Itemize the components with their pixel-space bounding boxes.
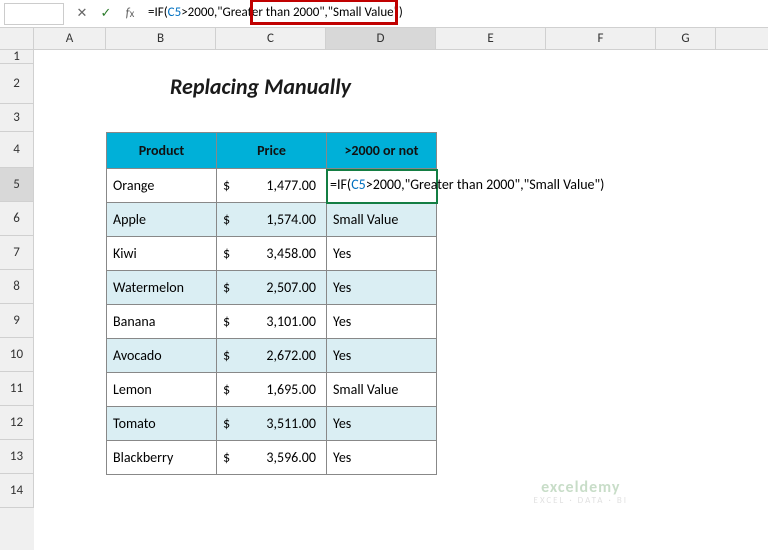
header-product[interactable]: Product [107,133,217,169]
formula-highlighted: "Greater than 2000" [217,5,324,20]
table-row[interactable]: Lemon$1,695.00Small Value [107,373,437,407]
cell-result[interactable]: Yes [327,237,437,271]
row-header-12[interactable]: 12 [0,406,34,440]
column-header-G[interactable]: G [656,28,716,49]
table-row[interactable]: Kiwi$3,458.00Yes [107,237,437,271]
cell-product[interactable]: Apple [107,203,217,237]
cell-result[interactable]: Small Value [327,373,437,407]
table-row[interactable]: Tomato$3,511.00Yes [107,407,437,441]
row-headers: 1234567891011121314 [0,50,34,550]
cell-result[interactable]: Yes [327,339,437,373]
cell-product[interactable]: Blackberry [107,441,217,475]
cell-product[interactable]: Kiwi [107,237,217,271]
cell-price[interactable]: $1,574.00 [217,203,327,237]
row-header-3[interactable]: 3 [0,104,34,132]
cell-result[interactable]: Yes [327,441,437,475]
cell-product[interactable]: Tomato [107,407,217,441]
cell-price[interactable]: $3,596.00 [217,441,327,475]
row-header-7[interactable]: 7 [0,236,34,270]
cell-price[interactable]: $3,511.00 [217,407,327,441]
formula-part: >2000, [181,5,217,20]
cell-product[interactable]: Lemon [107,373,217,407]
formula-bar: ✕ ✓ fx =IF(C5>2000,"Greater than 2000","… [0,0,768,28]
row-header-8[interactable]: 8 [0,270,34,304]
row-header-11[interactable]: 11 [0,372,34,406]
cell-product[interactable]: Banana [107,305,217,339]
row-header-5[interactable]: 5 [0,168,34,202]
column-header-F[interactable]: F [546,28,656,49]
row-header-10[interactable]: 10 [0,338,34,372]
row-header-14[interactable]: 14 [0,474,34,508]
page-title: Replacing Manually [170,73,351,100]
row-header-4[interactable]: 4 [0,132,34,168]
cell-result[interactable]: Yes [327,305,437,339]
table-row[interactable]: Avocado$2,672.00Yes [107,339,437,373]
cell-price[interactable]: $1,695.00 [217,373,327,407]
column-header-A[interactable]: A [34,28,106,49]
worksheet[interactable]: Replacing Manually Product Price >2000 o… [34,50,768,550]
select-all-corner[interactable] [0,28,34,49]
header-result[interactable]: >2000 or not [327,133,437,169]
column-header-C[interactable]: C [216,28,326,49]
row-header-13[interactable]: 13 [0,440,34,474]
cell-result[interactable]: Yes [327,407,437,441]
formula-part: =IF( [148,5,168,20]
row-header-6[interactable]: 6 [0,202,34,236]
column-headers: ABCDEFG [0,28,768,50]
table-row[interactable]: Apple$1,574.00Small Value [107,203,437,237]
confirm-icon[interactable]: ✓ [94,3,118,25]
cell-price[interactable]: $3,458.00 [217,237,327,271]
table-row[interactable]: Banana$3,101.00Yes [107,305,437,339]
cell-result[interactable]: Yes [327,271,437,305]
fx-icon[interactable]: fx [118,3,142,25]
cell-product[interactable]: Orange [107,169,217,203]
cell-product[interactable]: Avocado [107,339,217,373]
cell-price[interactable]: $2,507.00 [217,271,327,305]
cancel-icon[interactable]: ✕ [70,3,94,25]
cell-price[interactable]: $1,477.00 [217,169,327,203]
column-header-E[interactable]: E [436,28,546,49]
row-header-2[interactable]: 2 [0,64,34,104]
name-box[interactable] [4,3,64,25]
formula-input[interactable]: =IF(C5>2000,"Greater than 2000","Small V… [142,3,764,25]
watermark: exceldemy EXCEL · DATA · BI [534,479,628,506]
table-row[interactable]: Watermelon$2,507.00Yes [107,271,437,305]
formula-cell-ref: C5 [168,5,182,20]
header-price[interactable]: Price [217,133,327,169]
cell-price[interactable]: $3,101.00 [217,305,327,339]
column-header-B[interactable]: B [106,28,216,49]
row-header-9[interactable]: 9 [0,304,34,338]
cell-formula-overflow: =IF(C5>2000,"Greater than 2000","Small V… [330,176,604,193]
table-row[interactable]: Blackberry$3,596.00Yes [107,441,437,475]
row-header-1[interactable]: 1 [0,50,34,64]
cell-price[interactable]: $2,672.00 [217,339,327,373]
cell-product[interactable]: Watermelon [107,271,217,305]
column-header-D[interactable]: D [326,28,436,49]
formula-part: ,"Small Value") [325,5,403,20]
cell-result[interactable]: Small Value [327,203,437,237]
